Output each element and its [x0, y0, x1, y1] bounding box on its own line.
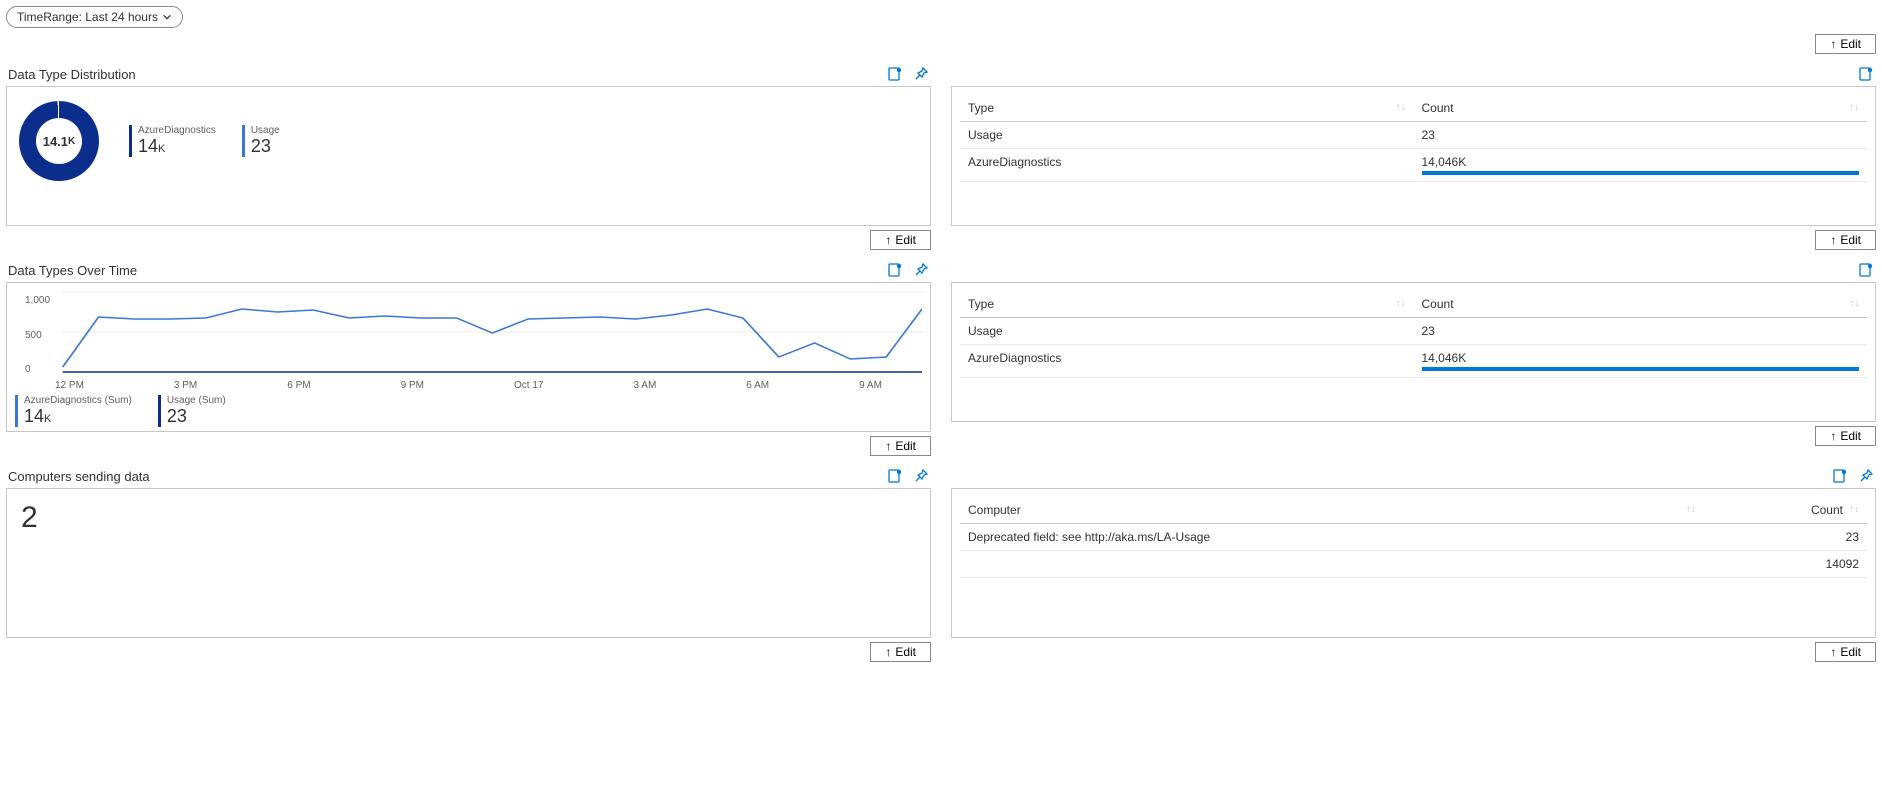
logs-icon[interactable] — [1858, 262, 1874, 278]
timerange-selector[interactable]: TimeRange: Last 24 hours — [6, 6, 183, 28]
panel-title-distribution: Data Type Distribution — [8, 67, 136, 82]
legend-item-azurediagnostics-sum: AzureDiagnostics (Sum) 14K — [15, 395, 132, 427]
edit-button-table1[interactable]: ↑ Edit — [1815, 230, 1876, 250]
y-axis-ticks: 1,000 500 0 — [25, 295, 50, 375]
overtime-legend: AzureDiagnostics (Sum) 14K Usage (Sum) 2… — [15, 395, 922, 427]
panel-title-overtime: Data Types Over Time — [8, 263, 137, 278]
edit-button-top[interactable]: ↑ Edit — [1815, 34, 1876, 54]
x-axis-ticks: 12 PM 3 PM 6 PM 9 PM Oct 17 3 AM 6 AM 9 … — [15, 380, 922, 391]
th-count[interactable]: Count — [1422, 297, 1454, 311]
sort-icon: ↑↓ — [1849, 300, 1859, 308]
th-count[interactable]: Count — [1811, 503, 1843, 517]
legend-item-usage-sum: Usage (Sum) 23 — [158, 395, 226, 427]
panel-overtime: 1,000 500 0 12 PM 3 PM 6 PM 9 PM Oct 17 … — [6, 282, 931, 432]
logs-icon[interactable] — [887, 66, 903, 82]
th-type[interactable]: Type — [968, 101, 994, 115]
sort-icon: ↑↓ — [1396, 104, 1406, 112]
pin-icon[interactable] — [913, 468, 929, 484]
table-row: 14092 — [960, 551, 1867, 578]
logs-icon[interactable] — [1832, 468, 1848, 484]
up-arrow-icon: ↑ — [1830, 233, 1836, 247]
pin-icon[interactable] — [1858, 468, 1874, 484]
up-arrow-icon: ↑ — [885, 439, 891, 453]
edit-button-dist[interactable]: ↑ Edit — [870, 230, 931, 250]
table-row: AzureDiagnostics 14,046K — [960, 345, 1867, 378]
computer-count-table: Computer ↑↓ Count ↑↓ Deprecated field: see… — [960, 497, 1867, 578]
logs-icon[interactable] — [887, 262, 903, 278]
donut-legend: AzureDiagnostics 14K Usage 23 — [129, 125, 280, 157]
edit-button-overtime[interactable]: ↑ Edit — [870, 436, 931, 456]
sort-icon: ↑↓ — [1849, 104, 1859, 112]
th-count[interactable]: Count — [1422, 101, 1454, 115]
th-type[interactable]: Type — [968, 297, 994, 311]
up-arrow-icon: ↑ — [885, 233, 891, 247]
panel-type-table-2: Type ↑↓ Count ↑↓ Usage 23 AzureDiagnostics… — [951, 282, 1876, 422]
count-bar — [1422, 367, 1860, 371]
legend-item-azurediagnostics: AzureDiagnostics 14K — [129, 125, 216, 157]
edit-button-table2[interactable]: ↑ Edit — [1815, 426, 1876, 446]
panel-type-table-1: Type ↑↓ Count ↑↓ Usage 23 AzureDiagnostics… — [951, 86, 1876, 226]
pin-icon[interactable] — [913, 262, 929, 278]
computers-count: 2 — [15, 497, 922, 539]
up-arrow-icon: ↑ — [1830, 37, 1836, 51]
timerange-label: TimeRange: Last 24 hours — [17, 10, 158, 24]
count-bar — [1422, 171, 1860, 175]
table-row: Deprecated field: see http://aka.ms/LA-U… — [960, 524, 1867, 551]
logs-icon[interactable] — [1858, 66, 1874, 82]
donut-center: 14.1K — [36, 118, 82, 164]
edit-button-comptable[interactable]: ↑ Edit — [1815, 642, 1876, 662]
table-row: Usage 23 — [960, 318, 1867, 345]
logs-icon[interactable] — [887, 468, 903, 484]
chevron-down-icon — [162, 12, 172, 22]
table-row: Usage 23 — [960, 122, 1867, 149]
edit-button-computers[interactable]: ↑ Edit — [870, 642, 931, 662]
table-row: AzureDiagnostics 14,046K — [960, 149, 1867, 182]
pin-icon[interactable] — [913, 66, 929, 82]
th-computer[interactable]: Computer — [968, 503, 1021, 517]
panel-computer-table: Computer ↑↓ Count ↑↓ Deprecated field: see… — [951, 488, 1876, 638]
legend-item-usage: Usage 23 — [242, 125, 280, 157]
line-chart — [15, 287, 922, 377]
sort-icon: ↑↓ — [1686, 506, 1696, 514]
sort-icon: ↑↓ — [1849, 506, 1859, 514]
panel-computers: 2 — [6, 488, 931, 638]
panel-distribution: 14.1K AzureDiagnostics 14K Usage 23 — [6, 86, 931, 226]
edit-label: Edit — [1840, 37, 1861, 51]
panel-title-computers: Computers sending data — [8, 469, 150, 484]
type-count-table: Type ↑↓ Count ↑↓ Usage 23 AzureDiagnostics… — [960, 95, 1867, 182]
type-count-table-2: Type ↑↓ Count ↑↓ Usage 23 AzureDiagnostics… — [960, 291, 1867, 378]
up-arrow-icon: ↑ — [1830, 429, 1836, 443]
up-arrow-icon: ↑ — [1830, 645, 1836, 659]
donut-chart: 14.1K — [19, 101, 99, 181]
up-arrow-icon: ↑ — [885, 645, 891, 659]
sort-icon: ↑↓ — [1396, 300, 1406, 308]
